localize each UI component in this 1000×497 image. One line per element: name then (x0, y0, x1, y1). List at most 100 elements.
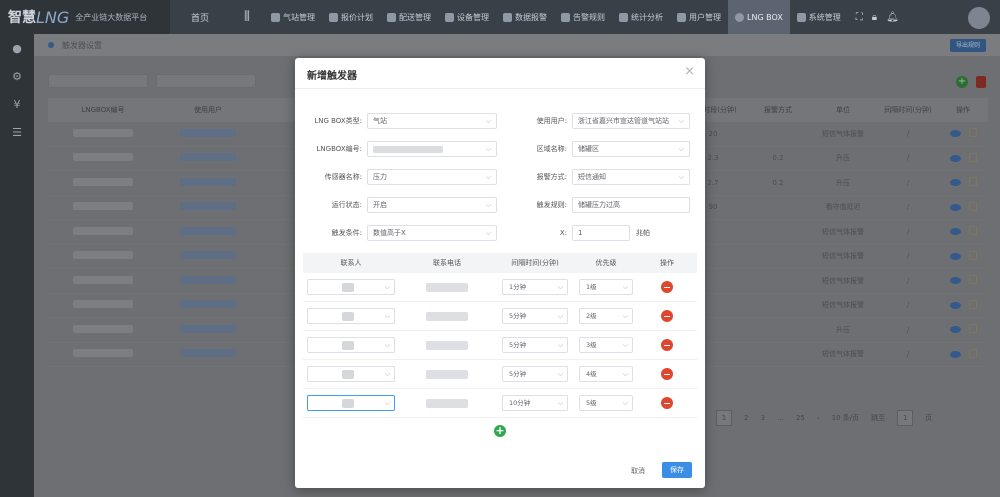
app-logo[interactable]: 智慧 LNG 全产业链大数据平台 (0, 0, 170, 34)
close-icon[interactable]: × (684, 64, 695, 79)
label-box-no: LNGBOX编号: (316, 145, 362, 153)
menu-toggle-icon[interactable]: ⦀ (230, 9, 264, 25)
page-2[interactable]: 2 (744, 414, 748, 422)
view-icon[interactable] (949, 350, 961, 358)
goto-input[interactable]: 1 (897, 410, 914, 426)
remove-contact-icon[interactable] (661, 397, 673, 409)
view-icon[interactable] (949, 252, 961, 260)
priority-select[interactable]: 1级 ⌵ (579, 279, 633, 295)
interval-select[interactable]: 5分钟 ⌵ (502, 366, 568, 382)
page-1[interactable]: 1 (716, 410, 732, 426)
edit-icon[interactable] (968, 348, 977, 358)
alarm-mode-select[interactable]: 短信通知 ⌵ (572, 169, 690, 185)
export-button[interactable]: 导出规则 (950, 39, 986, 52)
currency-icon[interactable]: ¥ (0, 90, 34, 118)
unit-cell: 升压 (836, 178, 850, 187)
view-icon[interactable] (949, 228, 961, 236)
remove-contact-icon[interactable] (661, 310, 673, 322)
filter-select-user[interactable] (156, 74, 256, 88)
edit-icon[interactable] (968, 324, 977, 334)
sensor-select[interactable]: 压力 ⌵ (367, 169, 497, 185)
nav-item-station[interactable]: 气站管理 (264, 0, 322, 34)
bell-icon[interactable]: 🔔︎ (886, 12, 899, 23)
priority-select[interactable]: 4级 ⌵ (579, 366, 633, 382)
add-icon[interactable]: + (956, 76, 968, 88)
edit-icon[interactable] (968, 226, 977, 236)
dashboard-icon[interactable]: ● (0, 34, 34, 62)
nav-item-lngbox[interactable]: LNG BOX (728, 0, 790, 34)
sensor-value: 压力 (373, 173, 387, 181)
priority-select[interactable]: 2级 ⌵ (579, 308, 633, 324)
nav-item-users[interactable]: 用户管理 (670, 0, 728, 34)
interval-cell: / (906, 276, 910, 285)
fullscreen-icon[interactable]: ⛶ (856, 12, 863, 23)
chevron-down-icon: ⌵ (622, 370, 628, 378)
edit-icon[interactable] (968, 152, 977, 162)
interval-select[interactable]: 1分钟 ⌵ (502, 279, 568, 295)
priority-select[interactable]: 3级 ⌵ (579, 337, 633, 353)
user-select[interactable]: 浙江省嘉兴市宣达管道气站站 ⌵ (572, 113, 690, 129)
contact-cell: ⌵ (303, 279, 399, 295)
contact-select[interactable]: ⌵ (307, 395, 395, 411)
nav-item-delivery[interactable]: 配送管理 (380, 0, 438, 34)
view-icon[interactable] (949, 179, 961, 187)
delete-icon[interactable] (976, 76, 986, 88)
view-icon[interactable] (949, 130, 961, 138)
interval-select[interactable]: 5分钟 ⌵ (502, 308, 568, 324)
rule-input[interactable]: 储罐压力过高 (572, 197, 690, 213)
list-icon[interactable]: ☰ (0, 118, 34, 146)
next-page-icon[interactable]: › (817, 414, 820, 422)
edit-icon[interactable] (968, 177, 977, 187)
user-icon (677, 12, 686, 22)
cancel-button[interactable]: 取消 (626, 466, 650, 476)
x-input[interactable]: 1 (572, 225, 630, 241)
nav-item-quote[interactable]: 报价计划 (322, 0, 380, 34)
field-run-state: 运行状态: 开启 ⌵ (295, 197, 497, 213)
edit-icon[interactable] (968, 128, 977, 138)
divider (295, 88, 705, 89)
view-icon[interactable] (949, 326, 961, 334)
view-icon[interactable] (949, 277, 961, 285)
filter-select-box[interactable] (48, 74, 148, 88)
priority-select[interactable]: 5级 ⌵ (579, 395, 633, 411)
remove-contact-icon[interactable] (661, 368, 673, 380)
interval-select[interactable]: 10分钟 ⌵ (502, 395, 568, 411)
view-icon[interactable] (949, 203, 961, 211)
page-3[interactable]: 3 (760, 414, 764, 422)
page-last[interactable]: 25 (796, 414, 805, 422)
brand-text-lng: LNG (36, 7, 70, 27)
nav-home[interactable]: 首页 (170, 11, 230, 24)
contact-select[interactable]: ⌵ (307, 337, 395, 353)
interval-select[interactable]: 5分钟 ⌵ (502, 337, 568, 353)
nav-item-device[interactable]: 设备管理 (438, 0, 496, 34)
lock-icon[interactable]: 🔒︎ (872, 12, 877, 23)
remove-contact-icon[interactable] (661, 339, 673, 351)
region-select[interactable]: 储罐区 ⌵ (572, 141, 690, 157)
edit-icon[interactable] (968, 201, 977, 211)
view-icon[interactable] (949, 301, 961, 309)
settings-icon[interactable]: ⚙ (0, 62, 34, 90)
box-type-select[interactable]: 气站 ⌵ (367, 113, 497, 129)
edit-icon[interactable] (968, 250, 977, 260)
nav-item-rules[interactable]: 告警规则 (554, 0, 612, 34)
contact-select[interactable]: ⌵ (307, 308, 395, 324)
edit-icon[interactable] (968, 275, 977, 285)
priority-cell: 1级 ⌵ (575, 279, 637, 295)
nav-item-system[interactable]: 系统管理 (790, 0, 848, 34)
page-size-select[interactable]: 10 条/页 (832, 413, 860, 423)
nav-label: 告警规则 (573, 12, 605, 22)
nav-label: 统计分析 (631, 12, 663, 22)
nav-item-stats[interactable]: 统计分析 (612, 0, 670, 34)
add-contact-icon[interactable]: + (494, 425, 506, 437)
edit-icon[interactable] (968, 299, 977, 309)
condition-select[interactable]: 数值高于X ⌵ (367, 225, 497, 241)
contact-select[interactable]: ⌵ (307, 366, 395, 382)
run-state-select[interactable]: 开启 ⌵ (367, 197, 497, 213)
save-button[interactable]: 保存 (662, 462, 692, 478)
contact-select[interactable]: ⌵ (307, 279, 395, 295)
box-no-select[interactable]: ⌵ (367, 141, 497, 157)
nav-item-alarm[interactable]: 数据报警 (496, 0, 554, 34)
remove-contact-icon[interactable] (661, 281, 673, 293)
avatar[interactable] (968, 7, 990, 29)
view-icon[interactable] (949, 154, 961, 162)
